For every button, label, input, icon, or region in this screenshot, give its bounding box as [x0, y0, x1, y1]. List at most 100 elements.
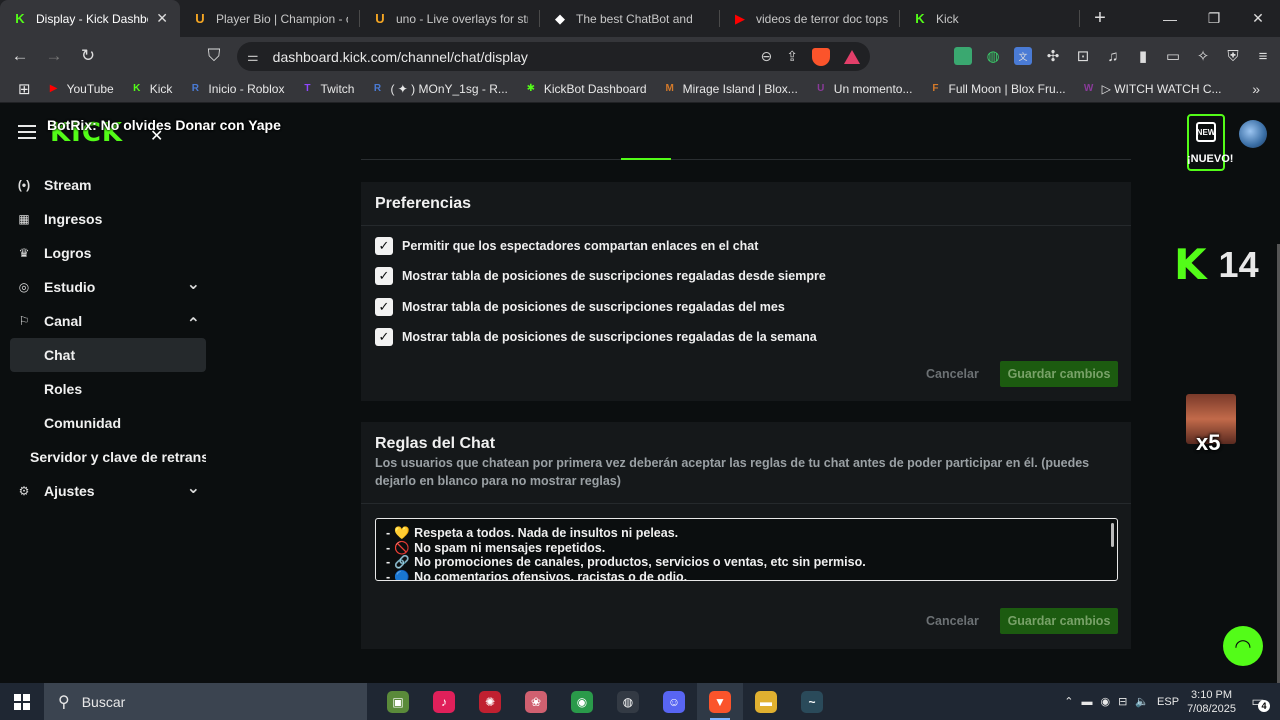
taskbar-app[interactable]: ♪ [421, 683, 467, 720]
preferences-cancel-button[interactable]: Cancelar [926, 367, 979, 381]
browser-tab[interactable]: ▶ videos de terror doc tops [720, 0, 900, 37]
browser-tab[interactable]: ◆ The best ChatBot and [540, 0, 720, 37]
sidebar-item-logros[interactable]: ♛ Logros [0, 236, 216, 270]
chevron-down-icon[interactable]: ⌄ [187, 274, 200, 294]
share-icon[interactable]: ⇪ [786, 48, 798, 65]
vpn-icon[interactable]: ⛨ [1224, 47, 1242, 65]
wallet-icon[interactable]: ▭ [1164, 47, 1182, 65]
steam-icon[interactable]: ◉ [1101, 695, 1111, 708]
rules-save-button[interactable]: Guardar cambios [1000, 608, 1118, 634]
bookmark-item[interactable]: ▶ YouTube [39, 75, 122, 103]
taskbar-app[interactable]: ▣ [375, 683, 421, 720]
extension-translate-icon[interactable]: 文 [1014, 47, 1032, 65]
browser-tab[interactable]: U Player Bio | Champion - ov [180, 0, 360, 37]
volume-icon[interactable]: 🔈 [1135, 695, 1149, 708]
url-text[interactable]: dashboard.kick.com/channel/chat/display [273, 49, 528, 65]
preference-option[interactable]: ✓ Permitir que los espectadores compartan… [375, 237, 758, 255]
music-icon[interactable]: ♫ [1104, 47, 1122, 65]
hamburger-menu-icon[interactable] [18, 125, 36, 139]
network-icon[interactable]: ⊟ [1118, 695, 1127, 708]
brave-shield-icon[interactable] [812, 47, 830, 66]
screenshot-icon[interactable]: ⊡ [1074, 47, 1092, 65]
site-info-icon[interactable]: ⚌ [247, 49, 259, 65]
sidebar-subitem-3[interactable]: Comunidad [10, 406, 206, 440]
taskbar-app[interactable]: ◍ [605, 683, 651, 720]
sidebar-subitem-4[interactable]: Servidor y clave de retransmisión [10, 440, 206, 474]
more-bookmarks-icon[interactable]: » [1252, 75, 1260, 103]
section-tab-divider [361, 159, 1131, 160]
forward-icon[interactable]: → [40, 42, 68, 70]
bookmark-item[interactable]: K Kick [122, 75, 181, 103]
bookmark-icon[interactable]: ⛉ [200, 42, 228, 70]
taskbar-search[interactable]: ⚲ Buscar [44, 683, 367, 720]
sidebar-item-estudio[interactable]: ◎ Estudio ⌄ [0, 270, 216, 304]
language-indicator[interactable]: ESP [1157, 696, 1179, 708]
bookmark-favicon-icon: U [817, 83, 825, 94]
zoom-icon[interactable]: ⊖ [761, 48, 773, 65]
maximize-icon[interactable]: ❐ [1192, 0, 1236, 37]
bookmark-item[interactable]: M Mirage Island | Blox... [655, 75, 806, 103]
taskbar-app[interactable]: ❀ [513, 683, 559, 720]
bookmark-item[interactable]: W ▷ WITCH WATCH C... [1074, 75, 1230, 103]
textarea-scrollbar[interactable] [1111, 523, 1114, 547]
apps-grid-icon[interactable]: ⊞ [10, 75, 39, 103]
taskbar-app[interactable]: ~ [789, 683, 835, 720]
sidebar-item-ajustes[interactable]: ⚙ Ajustes ⌄ [0, 474, 216, 508]
preference-checkbox[interactable]: ✓ [375, 267, 393, 285]
extension-grammarly-icon[interactable]: ◍ [984, 47, 1002, 65]
sidebar-item-ingresos[interactable]: ▦ Ingresos [0, 202, 216, 236]
address-bar[interactable]: ⚌ dashboard.kick.com/channel/chat/displa… [237, 42, 870, 71]
preference-checkbox[interactable]: ✓ [375, 237, 393, 255]
extensions-icon[interactable]: ✣ [1044, 47, 1062, 65]
sidebar-icon[interactable]: ▮ [1134, 47, 1152, 65]
close-window-icon[interactable]: ✕ [1236, 0, 1280, 37]
sidebar-item-canal[interactable]: ⚐ Canal ⌃ [0, 304, 216, 338]
browser-tab[interactable]: K Kick [900, 0, 1080, 37]
start-button[interactable] [0, 683, 44, 720]
brave-rewards-icon[interactable] [844, 49, 860, 64]
bookmark-item[interactable]: R ( ✦ ) MOnY_1sg - R... [362, 75, 515, 103]
taskbar-app[interactable]: ▬ [743, 683, 789, 720]
sidebar-item-stream[interactable]: (•) Stream [0, 168, 216, 202]
back-icon[interactable]: ← [6, 42, 34, 70]
browser-tab[interactable]: Uuno - Live overlays for stre [360, 0, 540, 37]
bookmark-item[interactable]: U Un momento... [806, 75, 921, 103]
sidebar-subitem-2[interactable]: Roles [10, 372, 206, 406]
chevron-up-icon[interactable]: ⌃ [187, 314, 200, 334]
bookmark-item[interactable]: R Inicio - Roblox [180, 75, 292, 103]
clock[interactable]: 3:10 PM 7/08/2025 [1187, 688, 1236, 716]
preference-checkbox[interactable]: ✓ [375, 328, 393, 346]
tray-overflow-icon[interactable]: ⌃ [1064, 695, 1073, 708]
reload-icon[interactable]: ↻ [74, 42, 102, 70]
preference-option[interactable]: ✓ Mostrar tabla de posiciones de suscripc… [375, 328, 817, 346]
bookmark-item[interactable]: T Twitch [292, 75, 362, 103]
app-red-icon: ✺ [479, 690, 501, 713]
preferences-save-button[interactable]: Guardar cambios [1000, 361, 1118, 387]
rules-cancel-button[interactable]: Cancelar [926, 614, 979, 628]
leo-ai-icon[interactable]: ✧ [1194, 47, 1212, 65]
new-tab-icon[interactable]: + [1082, 0, 1118, 37]
notifications-icon[interactable]: ▭ 4 [1244, 683, 1272, 720]
sidebar-subitem-1[interactable]: Chat [10, 338, 206, 372]
preference-option[interactable]: ✓ Mostrar tabla de posiciones de suscripc… [375, 298, 785, 316]
bookmark-item[interactable]: F Full Moon | Blox Fru... [920, 75, 1073, 103]
browser-tab[interactable]: K Display - Kick Dashboard ✕ [0, 0, 180, 37]
bookmark-item[interactable]: ✱ KickBot Dashboard [516, 75, 655, 103]
taskbar-app[interactable]: ▼ [697, 683, 743, 720]
extension-image-icon[interactable] [954, 47, 972, 65]
tray-app-icon[interactable]: ▬ [1082, 696, 1093, 708]
taskbar-app[interactable]: ◉ [559, 683, 605, 720]
user-avatar[interactable] [1239, 120, 1267, 148]
taskbar-app[interactable]: ☺ [651, 683, 697, 720]
chevron-down-icon[interactable]: ⌄ [187, 478, 200, 498]
preference-option[interactable]: ✓ Mostrar tabla de posiciones de suscripc… [375, 267, 826, 285]
screen: K Display - Kick Dashboard ✕ U Player Bio | … [0, 0, 1280, 720]
minimize-icon[interactable]: — [1148, 0, 1192, 37]
chat-rules-textarea[interactable]: - 💛 Respeta a todos. Nada de insultos ni p… [375, 518, 1118, 581]
preference-checkbox[interactable]: ✓ [375, 298, 393, 316]
close-tab-icon[interactable]: ✕ [156, 10, 168, 27]
menu-icon[interactable]: ≡ [1254, 47, 1272, 65]
help-chat-icon[interactable]: ◠ [1223, 626, 1263, 666]
preference-label: Mostrar tabla de posiciones de suscripci… [402, 300, 785, 314]
taskbar-app[interactable]: ✺ [467, 683, 513, 720]
